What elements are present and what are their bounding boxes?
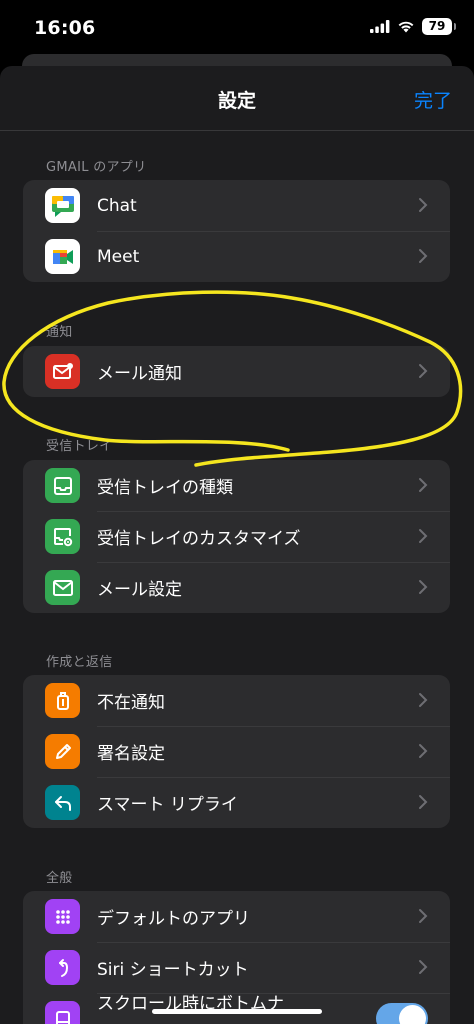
siri-shortcuts-row[interactable]: Siri ショートカット <box>23 942 450 993</box>
smart-reply-label: スマート リプライ <box>97 795 238 815</box>
home-indicator <box>152 1009 322 1014</box>
pen-icon <box>45 734 80 769</box>
default-apps-row[interactable]: デフォルトのアプリ <box>23 891 450 942</box>
google-chat-icon <box>45 188 80 223</box>
siri-shortcut-icon <box>45 950 80 985</box>
google-meet-icon <box>45 239 80 274</box>
mail-settings-row[interactable]: メール設定 <box>23 562 450 613</box>
chat-label: Chat <box>97 195 137 216</box>
chevron-right-icon <box>419 960 428 974</box>
chevron-right-icon <box>419 364 428 378</box>
inbox-customize-label: 受信トレイのカスタマイズ <box>97 529 301 549</box>
nav-bar: 設定 完了 <box>0 66 474 131</box>
luggage-icon <box>45 683 80 718</box>
scroll-icon <box>45 1001 80 1024</box>
chevron-right-icon <box>419 795 428 809</box>
signal-icon <box>370 20 390 33</box>
mail-notification-row[interactable]: メール通知 <box>23 346 450 397</box>
vacation-responder-row[interactable]: 不在通知 <box>23 675 450 726</box>
reply-icon <box>45 785 80 820</box>
meet-label: Meet <box>97 246 140 267</box>
compose-group: 不在通知 署名設定 スマート リプライ <box>23 675 450 828</box>
gmail-apps-group: Chat Meet <box>23 180 450 282</box>
chat-row[interactable]: Chat <box>23 180 450 231</box>
apps-grid-icon <box>45 899 80 934</box>
chevron-right-icon <box>419 249 428 263</box>
notifications-group: メール通知 <box>23 346 450 397</box>
chevron-right-icon <box>419 693 428 707</box>
inbox-group: 受信トレイの種類 受信トレイのカスタマイズ メール設定 <box>23 460 450 613</box>
mail-settings-label: メール設定 <box>97 580 182 600</box>
signature-row[interactable]: 署名設定 <box>23 726 450 777</box>
smart-reply-row[interactable]: スマート リプライ <box>23 777 450 828</box>
vacation-responder-label: 不在通知 <box>97 693 165 713</box>
mail-icon <box>45 570 80 605</box>
chevron-right-icon <box>419 529 428 543</box>
chevron-right-icon <box>419 198 428 212</box>
signature-label: 署名設定 <box>97 744 165 764</box>
general-group: デフォルトのアプリ Siri ショートカット スクロール時にボトムナ <box>23 891 450 1024</box>
status-bar: 16:06 79 <box>0 0 474 56</box>
chevron-right-icon <box>419 744 428 758</box>
page-title: 設定 <box>217 90 256 112</box>
meet-row[interactable]: Meet <box>23 231 450 282</box>
scroll-bottom-nav-toggle[interactable] <box>376 1003 428 1024</box>
chevron-right-icon <box>419 580 428 594</box>
status-icons: 79 <box>370 18 456 35</box>
done-button[interactable]: 完了 <box>414 86 452 113</box>
inbox-type-row[interactable]: 受信トレイの種類 <box>23 460 450 511</box>
siri-shortcuts-label: Siri ショートカット <box>97 960 249 980</box>
inbox-customize-row[interactable]: 受信トレイのカスタマイズ <box>23 511 450 562</box>
section-header-compose: 作成と返信 <box>46 655 113 670</box>
chevron-right-icon <box>419 909 428 923</box>
mail-notification-icon <box>45 354 80 389</box>
inbox-type-label: 受信トレイの種類 <box>97 478 233 498</box>
section-header-general: 全般 <box>46 871 73 886</box>
chevron-right-icon <box>419 478 428 492</box>
settings-sheet: 設定 完了 GMAIL のアプリ Chat Meet 通知 メール通知 受信トレ… <box>0 66 474 1024</box>
inbox-settings-icon <box>45 519 80 554</box>
section-header-inbox: 受信トレイ <box>46 439 113 454</box>
section-header-gmail-apps: GMAIL のアプリ <box>46 160 147 175</box>
inbox-icon <box>45 468 80 503</box>
wifi-icon <box>398 21 414 33</box>
mail-notification-label: メール通知 <box>97 364 182 384</box>
section-header-notifications: 通知 <box>46 325 73 340</box>
status-time: 16:06 <box>34 17 96 39</box>
battery-indicator: 79 <box>422 18 456 35</box>
default-apps-label: デフォルトのアプリ <box>97 909 250 929</box>
